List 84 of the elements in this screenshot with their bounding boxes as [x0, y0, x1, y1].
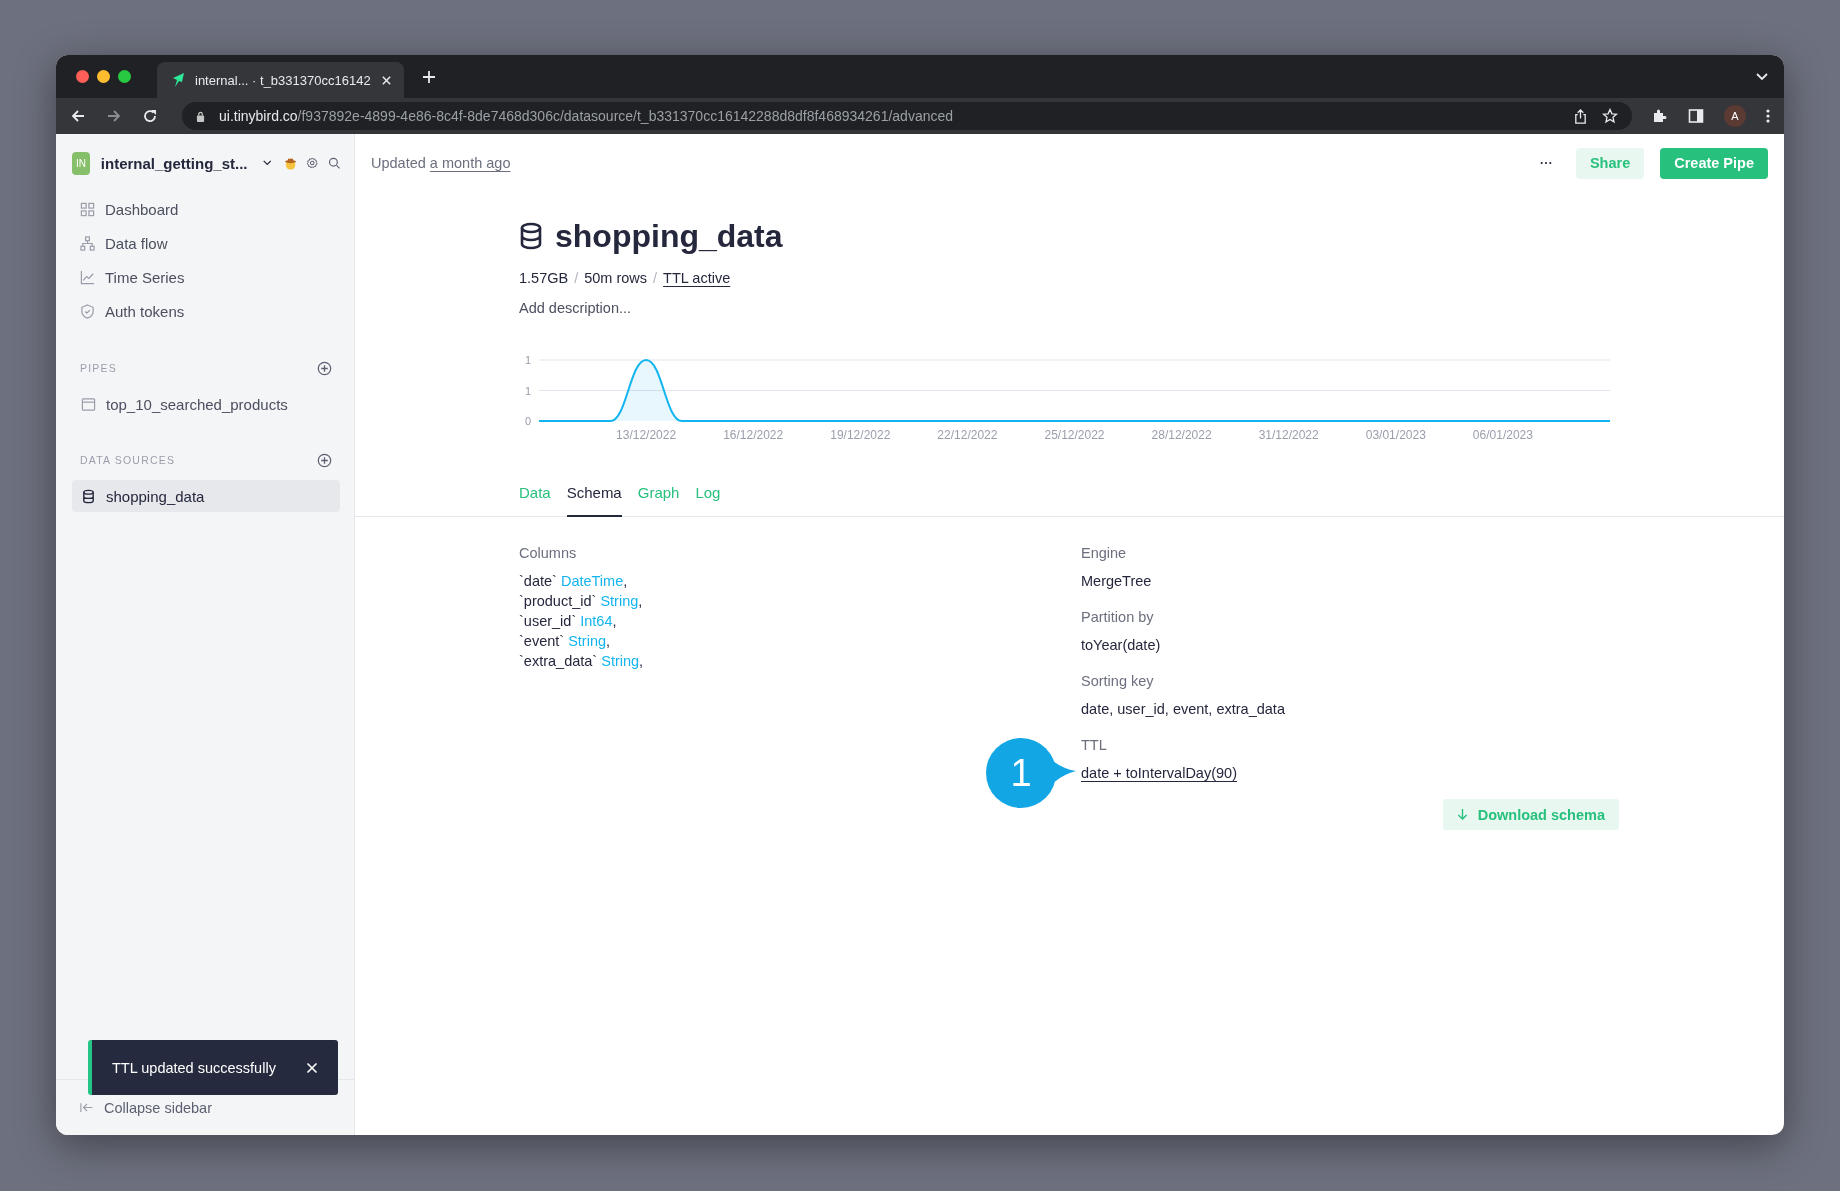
nav-item[interactable]: Dashboard: [72, 192, 340, 226]
property-value: MergeTree: [1081, 573, 1152, 589]
columns-label: Columns: [519, 544, 578, 563]
hierarchy-icon: [80, 235, 95, 251]
line-chart-icon: [80, 269, 95, 285]
x-tick-label: 16/12/2022: [723, 428, 784, 442]
y-tick-label: 0: [524, 415, 532, 427]
close-icon[interactable]: [306, 1061, 318, 1074]
shield-icon: [80, 303, 95, 319]
maximize-window-button[interactable]: [118, 70, 131, 83]
new-tab-icon[interactable]: [421, 69, 436, 84]
profile-avatar[interactable]: A: [1724, 105, 1746, 127]
y-tick-label: 1: [524, 354, 532, 366]
x-tick-label: 19/12/2022: [830, 428, 891, 442]
description-field[interactable]: Add description...: [519, 298, 719, 318]
collapse-sidebar-link[interactable]: Collapse sidebar: [80, 1099, 212, 1116]
separator: /: [653, 270, 658, 286]
database-icon: [519, 222, 543, 250]
address-bar[interactable]: ui.tinybird.co/f937892e-4899-4e86-8c4f-8de7468d306c/datasource/t_b331370cc16142288d8df8f468934261/advanced: [182, 102, 1632, 130]
toast-message: TTL updated successfully: [112, 1059, 276, 1076]
close-tab-icon[interactable]: [380, 74, 392, 86]
tab[interactable]: Schema: [566, 469, 622, 517]
separator: /: [574, 270, 579, 286]
x-tick-label: 06/01/2023: [1472, 428, 1533, 442]
search-icon[interactable]: [327, 155, 340, 171]
workspace-name[interactable]: internal_getting_st...: [100, 154, 248, 172]
sidebar-item[interactable]: shopping_data: [72, 480, 340, 512]
section-title: DATA SOURCES: [80, 454, 176, 466]
stat-value: 1.57GB: [519, 270, 569, 286]
section-title: PIPES: [80, 362, 117, 374]
property-value: date, user_id, event, extra_data: [1081, 701, 1285, 717]
workspace-badge: IN: [72, 151, 90, 175]
sidebar-item[interactable]: top_10_searched_products: [72, 388, 340, 420]
reload-icon[interactable]: [142, 108, 158, 124]
forward-icon[interactable]: [106, 108, 122, 124]
star-icon[interactable]: [1602, 108, 1618, 124]
property-value: toYear(date): [1081, 637, 1161, 653]
nav-item[interactable]: Time Series: [72, 260, 340, 294]
grid-icon: [80, 201, 95, 217]
column-definition: `date` DateTime,: [519, 572, 629, 591]
y-tick-label: 1: [524, 384, 532, 397]
close-window-button[interactable]: [76, 70, 89, 83]
property-label: Partition by: [1081, 608, 1155, 627]
add-icon[interactable]: [317, 360, 332, 376]
step-callout: 1: [985, 737, 1077, 809]
column-definition: `product_id` String,: [519, 592, 644, 611]
ttl-link[interactable]: TTL active: [663, 270, 731, 286]
x-tick-label: 25/12/2022: [1044, 428, 1105, 442]
side-panel-icon[interactable]: [1688, 108, 1704, 124]
x-tick-label: 28/12/2022: [1151, 428, 1212, 442]
x-tick-label: 22/12/2022: [937, 428, 998, 442]
stat-value: 50m rows: [584, 270, 648, 286]
more-vertical-icon[interactable]: [1766, 108, 1770, 124]
database-icon: [81, 488, 96, 504]
column-definition: `user_id` Int64,: [519, 612, 618, 631]
collapse-icon: [80, 1102, 94, 1113]
datasource-title: shopping_data: [555, 217, 783, 255]
url-text: ui.tinybird.co/f937892e-4899-4e86-8c4f-8de7468d306c/datasource/t_b331370cc16142288d8df8f468934261/advanced: [219, 108, 954, 124]
puzzle-icon[interactable]: [1652, 108, 1668, 124]
x-tick-label: 31/12/2022: [1258, 428, 1319, 442]
settings-icon[interactable]: [306, 155, 319, 171]
share-icon[interactable]: [1573, 108, 1588, 124]
nav-item[interactable]: Data flow: [72, 226, 340, 260]
window-icon: [81, 396, 96, 412]
tab-title: internal... · t_b331370cc16142: [195, 72, 371, 88]
x-tick-label: 03/01/2023: [1365, 428, 1426, 442]
download-icon: [1456, 808, 1468, 821]
x-tick-label: 13/12/2022: [616, 428, 677, 442]
ttl-value-link[interactable]: date + toIntervalDay(90): [1081, 765, 1237, 781]
lock-icon: [196, 110, 205, 122]
column-definition: `event` String,: [519, 632, 612, 651]
column-definition: `extra_data` String,: [519, 652, 645, 671]
updated-link[interactable]: a month ago: [429, 155, 511, 171]
property-label: TTL: [1081, 736, 1108, 755]
more-icon[interactable]: [1539, 161, 1552, 165]
updated-text: Updated a month ago: [371, 155, 511, 171]
nav-item[interactable]: Auth tokens: [72, 294, 340, 328]
back-icon[interactable]: [70, 108, 86, 124]
property-label: Engine: [1081, 544, 1128, 563]
add-icon[interactable]: [317, 452, 332, 468]
minimize-window-button[interactable]: [97, 70, 110, 83]
chevron-down-icon[interactable]: [262, 159, 272, 167]
property-label: Sorting key: [1081, 672, 1155, 691]
browser-tab[interactable]: internal... · t_b331370cc16142: [157, 62, 404, 98]
